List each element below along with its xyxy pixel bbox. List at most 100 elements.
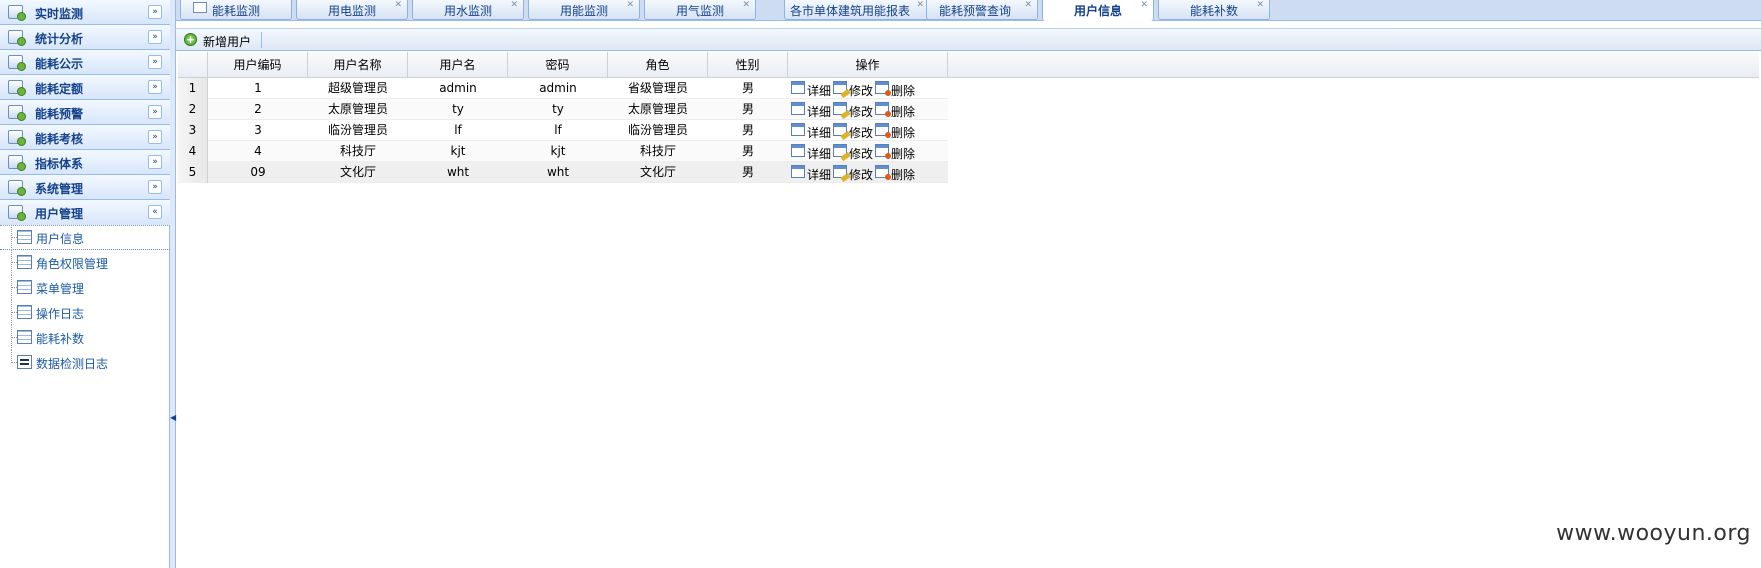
tab-energy-use-monitoring[interactable]: 用能监测 ✕ [528, 0, 640, 20]
table-row[interactable]: 5 09 文化厅 wht wht 文化厅 男 详细 修改 删除 [178, 162, 948, 183]
cell-name: 太原管理员 [327, 102, 388, 116]
cell-role: 科技厅 [639, 144, 676, 158]
expand-icon[interactable]: » [148, 30, 162, 44]
sidebar-group-quota[interactable]: 能耗定额 » [0, 75, 170, 100]
table-icon [17, 230, 32, 244]
expand-icon[interactable]: » [148, 5, 162, 19]
sidebar-item-menu-management[interactable]: 菜单管理 [0, 275, 170, 300]
column-header-name[interactable]: 用户名称 [308, 52, 408, 78]
detail-label: 详细 [807, 126, 832, 140]
row-number: 1 [178, 78, 208, 99]
cell-gender: 男 [741, 144, 754, 158]
close-icon[interactable]: ✕ [1140, 0, 1148, 10]
sidebar-item-user-info[interactable]: 用户信息 [0, 225, 170, 250]
close-icon[interactable]: ✕ [394, 0, 402, 10]
cell-code: 09 [250, 165, 266, 179]
tab-user-info[interactable]: 用户信息 ✕ [1042, 0, 1154, 21]
close-icon[interactable]: ✕ [742, 0, 750, 10]
collapse-icon[interactable]: « [148, 205, 162, 219]
rownumber-header [178, 52, 208, 78]
delete-label: 删除 [891, 84, 916, 98]
delete-icon [875, 165, 891, 180]
realtime-icon [8, 5, 26, 21]
expand-icon[interactable]: » [148, 180, 162, 194]
row-actions: 详细 修改 删除 [791, 141, 948, 162]
table-row[interactable]: 2 2 太原管理员 ty ty 太原管理员 男 详细 修改 删除 [178, 99, 948, 120]
sidebar-group-users[interactable]: 用户管理 « [0, 200, 170, 226]
delete-label: 删除 [891, 168, 916, 182]
column-header-code[interactable]: 用户编码 [208, 52, 308, 78]
close-icon[interactable]: ✕ [626, 0, 634, 10]
tab-gas-monitoring[interactable]: 用气监测 ✕ [644, 0, 756, 20]
cell-role: 省级管理员 [627, 81, 688, 95]
close-icon[interactable]: ✕ [916, 0, 924, 10]
column-header-password[interactable]: 密码 [508, 52, 608, 78]
cell-name: 科技厅 [339, 144, 376, 158]
close-icon[interactable]: ✕ [1256, 0, 1264, 10]
sidebar: 实时监测 » 统计分析 » 能耗公示 » 能耗定额 » 能耗预警 » 能耗考核 … [0, 0, 170, 568]
expand-icon[interactable]: » [148, 80, 162, 94]
sidebar-item-operation-log[interactable]: 操作日志 [0, 300, 170, 325]
delete-label: 删除 [891, 105, 916, 119]
tab-energy-supplement[interactable]: 能耗补数 ✕ [1158, 0, 1270, 20]
sidebar-item-label: 操作日志 [36, 307, 85, 321]
cell-username: kjt [450, 144, 466, 158]
table-row[interactable]: 1 1 超级管理员 admin admin 省级管理员 男 详细 修改 删除 [178, 78, 948, 99]
sidebar-group-assessment[interactable]: 能耗考核 » [0, 125, 170, 150]
tab-label: 各市单体建筑用能报表 [789, 4, 910, 18]
sidebar-group-warning[interactable]: 能耗预警 » [0, 100, 170, 125]
detail-label: 详细 [807, 84, 832, 98]
expand-icon[interactable]: » [148, 130, 162, 144]
column-header-role[interactable]: 角色 [608, 52, 708, 78]
close-icon[interactable]: ✕ [1024, 0, 1032, 10]
expand-icon[interactable]: » [148, 155, 162, 169]
table-row[interactable]: 3 3 临汾管理员 lf lf 临汾管理员 男 详细 修改 删除 [178, 120, 948, 141]
cell-role: 文化厅 [639, 165, 676, 179]
table-header: 用户编码 用户名称 用户名 密码 角色 性别 操作 [178, 52, 1759, 78]
sidebar-group-indicators[interactable]: 指标体系 » [0, 150, 170, 175]
tab-water-monitoring[interactable]: 用水监测 ✕ [412, 0, 524, 20]
detail-label: 详细 [807, 147, 832, 161]
cell-name: 超级管理员 [327, 81, 388, 95]
sidebar-item-data-check-log[interactable]: 数据检测日志 [0, 350, 170, 375]
add-user-button[interactable]: + 新增用户 [182, 31, 251, 49]
expand-icon[interactable]: » [148, 55, 162, 69]
tab-label: 用水监测 [443, 4, 492, 18]
cell-username: lf [454, 123, 462, 137]
cell-name: 文化厅 [339, 165, 376, 179]
cell-username: ty [452, 102, 464, 116]
column-header-actions[interactable]: 操作 [788, 52, 948, 78]
cell-username: wht [446, 165, 470, 179]
sidebar-group-statistics[interactable]: 统计分析 » [0, 25, 170, 50]
column-header-gender[interactable]: 性别 [708, 52, 788, 78]
cell-password: kjt [550, 144, 566, 158]
table-row[interactable]: 4 4 科技厅 kjt kjt 科技厅 男 详细 修改 删除 [178, 141, 948, 162]
tab-warning-query[interactable]: 能耗预警查询 ✕ [926, 0, 1038, 20]
sidebar-group-publicity[interactable]: 能耗公示 » [0, 50, 170, 75]
sidebar-group-system[interactable]: 系统管理 » [0, 175, 170, 200]
cell-role: 临汾管理员 [627, 123, 688, 137]
sidebar-item-role-permissions[interactable]: 角色权限管理 [0, 250, 170, 275]
edit-label: 修改 [849, 105, 874, 119]
delete-label: 删除 [891, 126, 916, 140]
cell-gender: 男 [741, 102, 754, 116]
close-icon[interactable]: ✕ [510, 0, 518, 10]
user-table: 用户编码 用户名称 用户名 密码 角色 性别 操作 1 1 超级管理员 admin ad… [178, 52, 1759, 183]
row-actions: 详细 修改 删除 [791, 99, 948, 120]
cell-gender: 男 [741, 123, 754, 137]
tab-energy-monitoring[interactable]: 能耗监测 [180, 0, 292, 20]
detail-icon [791, 165, 805, 178]
edit-icon [833, 165, 847, 178]
sidebar-item-energy-supplement[interactable]: 能耗补数 [0, 325, 170, 350]
tab-city-building-report[interactable]: 各市单体建筑用能报表 ✕ [784, 0, 930, 20]
edit-icon [833, 102, 847, 115]
sidebar-group-realtime[interactable]: 实时监测 » [0, 0, 170, 25]
detail-icon [791, 102, 805, 115]
expand-icon[interactable]: » [148, 105, 162, 119]
edit-label: 修改 [849, 168, 874, 182]
tab-label: 能耗补数 [1189, 4, 1238, 18]
tab-electricity-monitoring[interactable]: 用电监测 ✕ [296, 0, 408, 20]
column-header-username[interactable]: 用户名 [408, 52, 508, 78]
sidebar-item-label: 角色权限管理 [36, 257, 109, 271]
cell-role: 太原管理员 [627, 102, 688, 116]
